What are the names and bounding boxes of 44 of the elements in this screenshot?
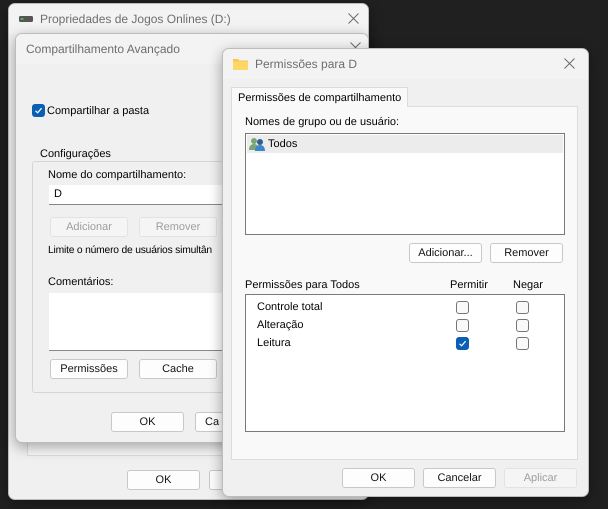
button[interactable]: Ca bbox=[195, 412, 222, 432]
permission-name: Controle total bbox=[257, 301, 324, 313]
button[interactable]: Permissões bbox=[50, 359, 128, 379]
close-icon[interactable] bbox=[350, 42, 361, 48]
comments-field[interactable] bbox=[49, 293, 222, 351]
checkbox[interactable] bbox=[516, 336, 529, 350]
checkbox[interactable] bbox=[516, 300, 529, 314]
checkbox[interactable] bbox=[456, 336, 469, 350]
drive-icon bbox=[19, 16, 33, 22]
permission-name: Alteração bbox=[257, 319, 304, 331]
button[interactable]: OK bbox=[111, 412, 184, 432]
checkbox-label: Compartilhar a pasta bbox=[47, 104, 150, 116]
column-header: Permitir bbox=[450, 279, 488, 291]
close-icon[interactable] bbox=[564, 58, 575, 69]
column-header: Negar bbox=[513, 279, 543, 291]
user-list[interactable]: Todos bbox=[245, 133, 565, 235]
window-title: Permissões para D bbox=[255, 57, 358, 71]
field-label: Comentários: bbox=[48, 276, 114, 288]
folder-icon bbox=[233, 58, 248, 70]
permission-name: Leitura bbox=[257, 337, 292, 349]
field-label: Nome do compartilhamento: bbox=[48, 169, 186, 181]
users-icon bbox=[249, 137, 265, 151]
list-item[interactable]: Todos bbox=[247, 135, 563, 153]
permissions-label: Permissões para Todos bbox=[245, 279, 360, 291]
checkbox[interactable] bbox=[456, 300, 469, 314]
tab[interactable]: Permissões de compartilhamento bbox=[231, 87, 408, 107]
share-name-field[interactable]: D bbox=[49, 185, 222, 205]
button[interactable]: OK bbox=[342, 468, 415, 488]
checkbox[interactable] bbox=[516, 318, 529, 332]
checkmark-icon bbox=[458, 338, 467, 348]
button[interactable]: Cancelar bbox=[423, 468, 496, 488]
button[interactable]: Cache bbox=[139, 359, 217, 379]
group-title: Configurações bbox=[40, 148, 111, 160]
button[interactable]: Remover bbox=[490, 243, 563, 263]
checkbox[interactable] bbox=[32, 104, 45, 117]
close-icon[interactable] bbox=[348, 13, 359, 24]
button[interactable]: Adicionar... bbox=[409, 243, 482, 263]
checkmark-icon bbox=[34, 106, 43, 115]
ok-button[interactable]: OK bbox=[127, 470, 200, 490]
limit-text: Limite o número de usuários simultân bbox=[48, 245, 212, 256]
window-title: Propriedades de Jogos Onlines (D:) bbox=[40, 12, 231, 26]
window-title: Compartilhamento Avançado bbox=[26, 42, 180, 56]
checkbox[interactable] bbox=[456, 318, 469, 332]
list-label: Nomes de grupo ou de usuário: bbox=[245, 116, 400, 128]
